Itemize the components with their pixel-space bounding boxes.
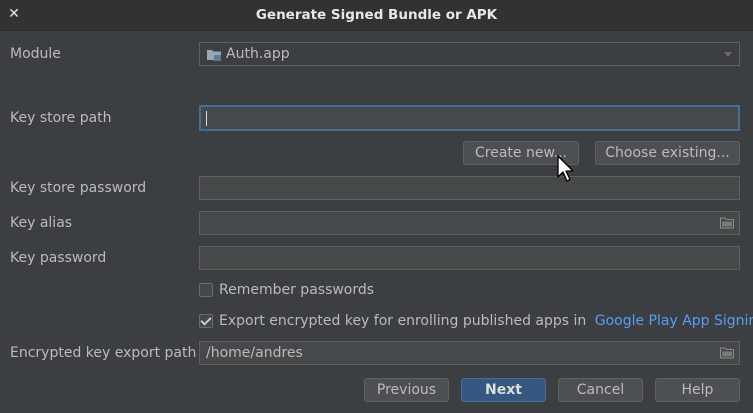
next-button[interactable]: Next — [461, 378, 546, 402]
export-encrypted-key-checkbox[interactable] — [199, 314, 213, 328]
export-encrypted-key-label[interactable]: Export encrypted key for enrolling publi… — [219, 313, 586, 329]
encrypted-key-export-path-input[interactable]: /home/andres — [199, 341, 740, 365]
remember-passwords-checkbox[interactable] — [199, 283, 213, 297]
encrypted-key-export-path-value: /home/andres — [206, 345, 303, 361]
module-combobox[interactable]: Auth.app — [199, 42, 740, 66]
title-bar: ✕ Generate Signed Bundle or APK — [0, 0, 753, 31]
remember-passwords-label[interactable]: Remember passwords — [219, 280, 374, 300]
google-play-app-signing-link[interactable]: Google Play App Signing — [595, 313, 753, 329]
key-store-password-label: Key store password — [10, 180, 147, 196]
key-store-password-input[interactable] — [199, 176, 740, 200]
key-store-path-input[interactable] — [199, 105, 740, 131]
key-password-label: Key password — [10, 250, 107, 266]
key-alias-input[interactable] — [199, 211, 740, 235]
module-value: Auth.app — [226, 46, 290, 62]
text-caret — [206, 111, 207, 126]
cancel-button[interactable]: Cancel — [558, 378, 643, 402]
dialog-title: Generate Signed Bundle or APK — [255, 7, 498, 23]
folder-browse-icon[interactable] — [720, 217, 734, 229]
key-password-input[interactable] — [199, 246, 740, 270]
choose-existing-button[interactable]: Choose existing... — [595, 141, 740, 165]
previous-button[interactable]: Previous — [364, 378, 449, 402]
encrypted-key-export-path-label: Encrypted key export path — [10, 345, 197, 361]
key-store-path-label: Key store path — [10, 110, 112, 126]
folder-browse-icon[interactable] — [720, 347, 734, 359]
module-label: Module — [10, 46, 61, 62]
help-button[interactable]: Help — [655, 378, 740, 402]
key-alias-label: Key alias — [10, 215, 73, 231]
mouse-pointer-icon — [557, 155, 574, 182]
module-folder-icon — [207, 50, 221, 61]
chevron-down-icon — [724, 52, 732, 57]
export-encrypted-key-row: Export encrypted key for enrolling publi… — [219, 311, 753, 331]
